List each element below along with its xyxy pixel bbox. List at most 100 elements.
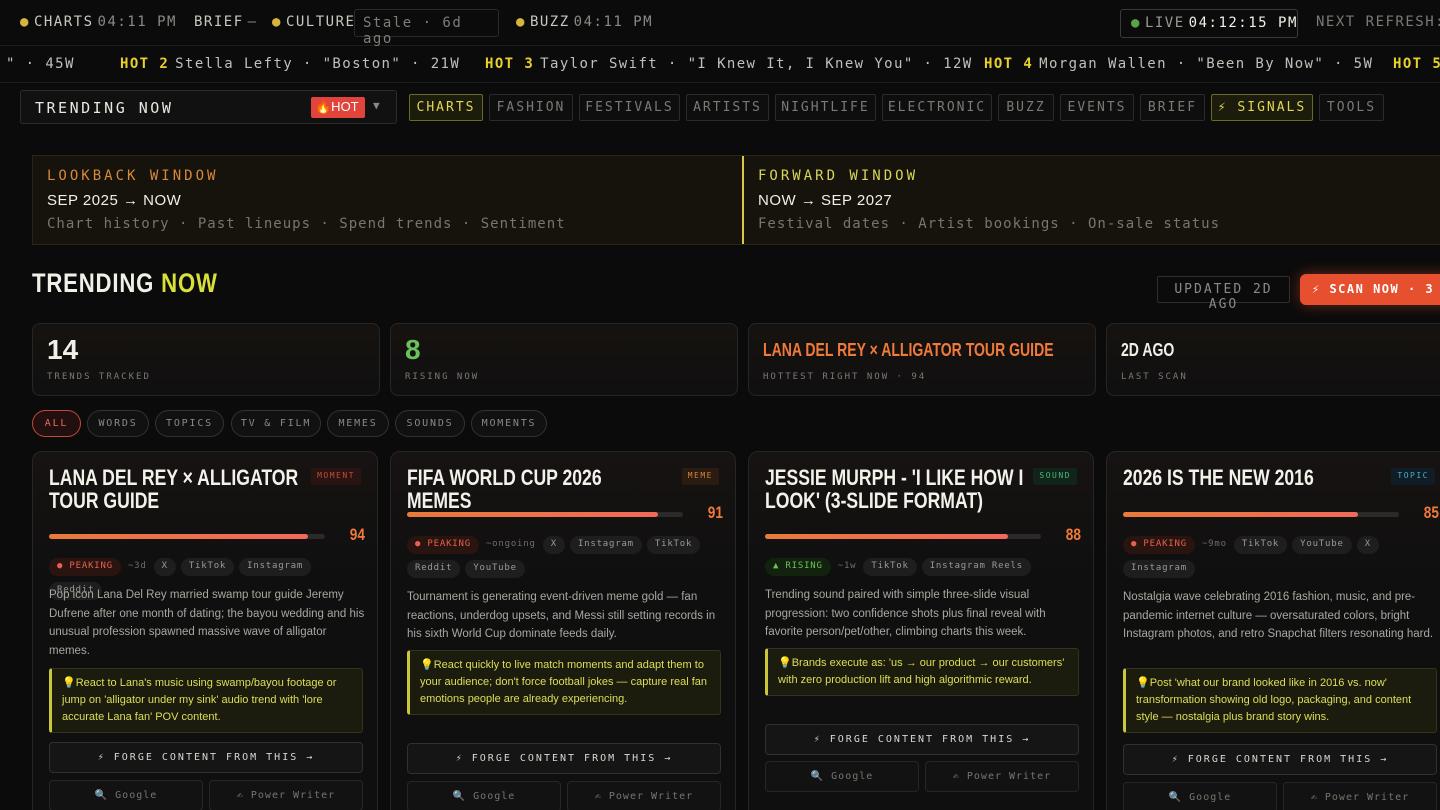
card-description: Nostalgia wave celebrating 2016 fashion,… (1123, 591, 1434, 640)
forge-content-button[interactable]: ⚡ FORGE CONTENT FROM THIS → (1123, 744, 1437, 775)
tab-brief[interactable]: BRIEF (1140, 94, 1205, 121)
status-dot-icon: ● (20, 14, 30, 30)
forge-content-button[interactable]: ⚡ FORGE CONTENT FROM THIS → (407, 743, 721, 774)
trending-dropdown[interactable]: TRENDING NOW 🔥HOT ▼ (20, 90, 397, 124)
card-chips: ● PEAKING ~9mo TikTok YouTube X Instagram (1123, 536, 1440, 584)
filter-tv-film[interactable]: TV & FILM (231, 410, 321, 437)
trend-card[interactable]: FIFA WORLD CUP 2026 MEMES MEME 91 ● PEAK… (390, 451, 736, 810)
platform-chip[interactable]: X (1356, 536, 1379, 554)
platform-chip[interactable]: TikTok (863, 558, 917, 576)
platform-chip[interactable]: YouTube (1292, 536, 1352, 554)
ticker-item[interactable]: " · 45W (0, 56, 75, 72)
live-label: LIVE (1144, 15, 1185, 31)
google-button[interactable]: 🔍 Google (49, 780, 203, 810)
card-description: Pop icon Lana Del Rey married swamp tour… (49, 589, 365, 657)
platform-chip[interactable]: Instagram (239, 558, 312, 576)
platform-chip[interactable]: YouTube (465, 560, 525, 578)
tab-events[interactable]: EVENTS (1060, 94, 1134, 121)
tab-signals[interactable]: ⚡ SIGNALS (1211, 94, 1313, 121)
filter-topics[interactable]: TOPICS (155, 410, 224, 437)
filter-moments[interactable]: MOMENTS (471, 410, 547, 437)
lookback-range: SEP 2025 → NOW (47, 192, 182, 209)
card-title: LANA DEL REY × ALLIGATOR TOUR GUIDE (49, 465, 299, 513)
ticker-item[interactable]: HOT 5 (1393, 56, 1440, 72)
stat-hottest[interactable]: LANA DEL REY × ALLIGATOR TOUR GUIDE HOTT… (748, 323, 1096, 396)
chevron-down-icon: ▼ (373, 99, 380, 112)
google-button[interactable]: 🔍 Google (1123, 782, 1277, 810)
stat-value: 2D AGO (1121, 340, 1175, 360)
window-divider (742, 156, 744, 244)
platform-chip[interactable]: TikTok (1233, 536, 1288, 554)
scan-now-button[interactable]: ⚡ SCAN NOW · 3 CR (1300, 274, 1440, 305)
status-charts[interactable]: ● CHARTS 04:11 PM (20, 14, 177, 30)
forward-sub: Festival dates · Artist bookings · On-sa… (758, 216, 1221, 232)
ticker-item[interactable]: HOT 4 Morgan Wallen · "Been By Now" · 5W (984, 56, 1373, 72)
status-buzz-label: BUZZ (529, 14, 570, 30)
platform-chip[interactable]: Reddit (407, 560, 461, 578)
score-bar-fill (765, 534, 1008, 539)
stat-value: 8 (405, 334, 421, 365)
ticker-text: Taylor Swift · "I Knew It, I Knew You" ·… (540, 56, 973, 72)
tab-buzz[interactable]: BUZZ (998, 94, 1054, 121)
card-score: 91 (707, 503, 723, 522)
platform-chip[interactable]: Instagram (569, 536, 642, 554)
tab-nightlife[interactable]: NIGHTLIFE (775, 94, 876, 121)
filter-words[interactable]: WORDS (87, 410, 149, 437)
stat-caption: HOTTEST RIGHT NOW · 94 (763, 372, 927, 382)
trend-card[interactable]: 2026 IS THE NEW 2016 TOPIC 85 ● PEAKING ~… (1106, 451, 1440, 810)
ticker-item[interactable]: HOT 3 Taylor Swift · "I Knew It, I Knew Y… (485, 56, 973, 72)
filter-all[interactable]: ALL (32, 410, 81, 437)
tab-fashion[interactable]: FASHION (489, 94, 573, 121)
platform-chip[interactable]: Instagram (1123, 560, 1195, 578)
status-buzz[interactable]: ● BUZZ 04:11 PM (516, 14, 653, 30)
status-bar: ● CHARTS 04:11 PM BRIEF — ● CULTURE Stale · … (0, 0, 1440, 47)
page-title-b: NOW (161, 268, 218, 298)
power-writer-button[interactable]: ✍ Power Writer (567, 781, 721, 810)
status-brief[interactable]: BRIEF — (194, 14, 258, 30)
stale-badge: Stale · 6d ago (354, 9, 499, 47)
stat-rising-now: 8 RISING NOW (390, 323, 738, 396)
status-buzz-time: 04:11 PM (573, 14, 654, 30)
platform-chip[interactable]: TikTok (646, 536, 701, 554)
stat-caption: TRENDS TRACKED (47, 372, 151, 382)
power-writer-button[interactable]: ✍ Power Writer (209, 780, 363, 810)
forward-title: FORWARD WINDOW (758, 168, 919, 184)
tab-tools[interactable]: TOOLS (1319, 94, 1384, 121)
forge-content-button[interactable]: ⚡ FORGE CONTENT FROM THIS → (765, 724, 1079, 755)
tab-electronic[interactable]: ELECTRONIC (882, 94, 992, 121)
google-button[interactable]: 🔍 Google (765, 761, 919, 792)
platform-chip[interactable]: TikTok (180, 558, 235, 576)
age-chip: ~9mo (1201, 539, 1227, 549)
tab-artists[interactable]: ARTISTS (686, 94, 769, 121)
card-tip: 💡Brands execute as: 'us → our product → … (765, 648, 1079, 696)
live-time: 04:12:15 PM (1188, 15, 1298, 31)
filter-sounds[interactable]: SOUNDS (395, 410, 465, 437)
card-score: 94 (349, 525, 365, 544)
trend-card[interactable]: JESSIE MURPH - 'I LIKE HOW I LOOK' (3-SL… (748, 451, 1094, 810)
platform-chip[interactable]: Instagram Reels (921, 558, 1031, 576)
platform-chip[interactable]: X (542, 536, 565, 554)
age-chip: ~1w (837, 561, 857, 571)
forge-content-button[interactable]: ⚡ FORGE CONTENT FROM THIS → (49, 742, 363, 773)
trend-card[interactable]: LANA DEL REY × ALLIGATOR TOUR GUIDE MOME… (32, 451, 378, 810)
ticker-rank: HOT 4 (984, 56, 1034, 72)
google-button[interactable]: 🔍 Google (407, 781, 561, 810)
live-dot-icon: ● (1131, 15, 1141, 31)
card-description: Tournament is generating event-driven me… (407, 591, 716, 640)
tab-charts[interactable]: CHARTS (409, 94, 483, 121)
tab-festivals[interactable]: FESTIVALS (579, 94, 680, 121)
hot-badge: 🔥HOT (311, 97, 365, 118)
stat-caption: RISING NOW (405, 372, 480, 382)
platform-chip[interactable]: X (153, 558, 176, 576)
power-writer-button[interactable]: ✍ Power Writer (925, 761, 1079, 792)
card-tip: 💡React quickly to live match moments and… (407, 650, 721, 715)
ticker-text: Stella Lefty · "Boston" · 21W (175, 56, 461, 72)
score-bar (407, 512, 683, 517)
power-writer-button[interactable]: ✍ Power Writer (1283, 782, 1437, 810)
score-bar-fill (1123, 512, 1358, 517)
age-chip: ~ongoing (485, 539, 536, 549)
filter-memes[interactable]: MEMES (327, 410, 389, 437)
ticker-item[interactable]: HOT 2 Stella Lefty · "Boston" · 21W (120, 56, 460, 72)
score-bar (1123, 512, 1399, 517)
status-culture[interactable]: ● CULTURE (272, 14, 355, 30)
